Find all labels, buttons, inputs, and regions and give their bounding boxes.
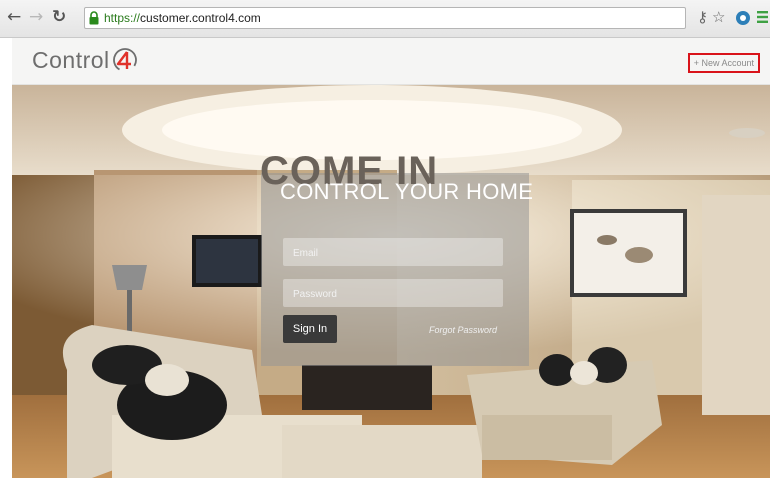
email-input[interactable]	[291, 238, 495, 268]
control-your-home-heading: CONTROL YOUR HOME	[280, 179, 534, 204]
page-content: Control + New Account Email Sign In Forg…	[12, 38, 770, 478]
url-scheme: https://	[104, 11, 141, 25]
extension-icon[interactable]	[735, 10, 751, 26]
url-text: https://customer.control4.com	[104, 11, 261, 25]
new-account-link[interactable]: + New Account	[687, 53, 760, 73]
browser-toolbar: ← → ↻ https://customer.control4.com ⚷ ☆	[0, 0, 770, 38]
url-host: customer.control4.com	[140, 11, 261, 25]
forward-arrow-icon[interactable]: →	[29, 9, 43, 26]
sign-in-button[interactable]: Sign In	[283, 315, 337, 343]
control4-4-icon	[112, 48, 137, 72]
reload-icon[interactable]: ↻	[52, 9, 66, 26]
password-input[interactable]	[291, 279, 495, 309]
logo-text: Control	[32, 47, 110, 73]
control4-logo[interactable]: Control	[32, 47, 138, 74]
star-icon[interactable]: ☆	[712, 9, 725, 25]
password-field[interactable]	[283, 279, 503, 309]
key-icon[interactable]: ⚷	[697, 9, 708, 25]
address-bar[interactable]: https://customer.control4.com	[84, 7, 686, 29]
forgot-password-link[interactable]: Forgot Password	[429, 325, 497, 335]
site-header: Control + New Account	[12, 38, 770, 85]
lock-icon	[89, 11, 99, 25]
email-field[interactable]	[283, 238, 503, 268]
menu-icon[interactable]	[757, 11, 768, 23]
back-arrow-icon[interactable]: ←	[7, 9, 21, 26]
